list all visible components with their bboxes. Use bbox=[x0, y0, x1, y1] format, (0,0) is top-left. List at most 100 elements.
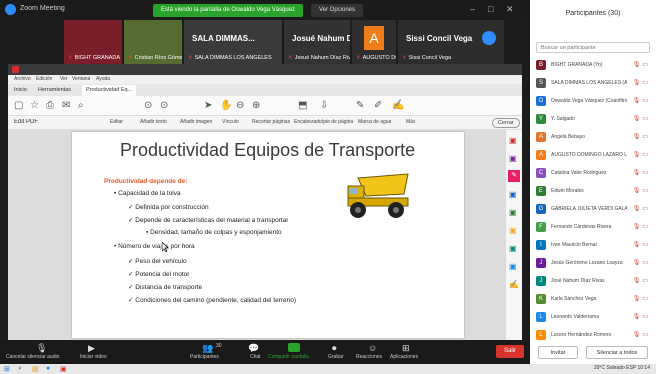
record-icon[interactable]: ⏺ bbox=[332, 343, 337, 354]
fit-page-icon[interactable]: ⬒ bbox=[298, 100, 307, 111]
comment-tool-icon[interactable]: ▣ bbox=[509, 190, 517, 199]
protect-icon[interactable]: ▣ bbox=[509, 262, 517, 271]
highlight-icon[interactable]: ✐ bbox=[374, 100, 382, 111]
participant-row[interactable]: L Lucero Hernández Romero 🎙▭ bbox=[530, 326, 656, 345]
export-pdf-icon[interactable]: ▣ bbox=[509, 136, 517, 145]
participant-row[interactable]: A AUGUSTO DOMINGO LAZARO L. 🎙▭ bbox=[530, 146, 656, 165]
tab-document[interactable]: Productividad Eq... bbox=[82, 85, 137, 96]
video-tile[interactable]: SALA DIMMAS... ✕ SALA DIMMAS LOS ANGELES bbox=[184, 20, 282, 64]
reactions-button-label[interactable]: Reacciones bbox=[356, 354, 382, 360]
email-icon[interactable]: ✉ bbox=[62, 100, 70, 111]
minimize-icon[interactable]: – bbox=[470, 4, 475, 14]
hand-icon[interactable]: ✋ bbox=[220, 100, 232, 111]
start-video-button-label[interactable]: Iniciar video bbox=[80, 354, 107, 360]
comment-icon[interactable]: ✎ bbox=[356, 100, 364, 111]
tab-tools[interactable]: Herramientas bbox=[38, 87, 71, 93]
share-screen-button-label[interactable]: Compartir pantalla bbox=[268, 354, 309, 360]
bookmark-icon[interactable]: ☆ bbox=[30, 100, 39, 111]
edit-tool-button[interactable]: Editar bbox=[110, 119, 123, 125]
participant-status-icons: 🎙▭ bbox=[633, 313, 650, 320]
share-icon[interactable] bbox=[288, 343, 300, 352]
apps-button-label[interactable]: Aplicaciones bbox=[390, 354, 418, 360]
participant-row[interactable]: Y Y. Salgado 🎙▭ bbox=[530, 110, 656, 129]
edit-tool-button[interactable]: Vínculo bbox=[222, 119, 239, 125]
participant-row[interactable]: B BIGHT GRANADA (Yo) 🎙▭ bbox=[530, 56, 656, 75]
zoom-in-icon[interactable]: ⊕ bbox=[252, 100, 260, 111]
close-icon[interactable]: ✕ bbox=[506, 4, 514, 15]
page-up-icon[interactable]: ⊙ bbox=[144, 100, 152, 111]
menu-item[interactable]: Ver bbox=[60, 76, 68, 82]
edit-tool-button[interactable]: Encabezado/pie de página bbox=[294, 119, 353, 125]
participants-button-label[interactable]: Participantes bbox=[190, 354, 219, 360]
combine-files-icon[interactable]: ▣ bbox=[509, 208, 517, 217]
edit-tool-button[interactable]: Marca de agua bbox=[358, 119, 391, 125]
participant-row[interactable]: A Angela Bebayo 🎙▭ bbox=[530, 128, 656, 147]
maximize-icon[interactable]: □ bbox=[488, 4, 493, 14]
participant-row[interactable]: O Oswaldo Vega Vásquez (Coanfitrión) 🎙▭ bbox=[530, 92, 656, 111]
tile-display-name: Sissi Concil Vega bbox=[406, 34, 473, 43]
menu-item[interactable]: Ventana bbox=[72, 76, 90, 82]
save-icon[interactable]: ▢ bbox=[14, 100, 23, 111]
edit-tool-button[interactable]: Más bbox=[406, 119, 415, 125]
video-tile[interactable]: ✕Cristian Ríos Gómez Luis bbox=[124, 20, 182, 64]
print-icon[interactable]: ⎙ bbox=[46, 100, 54, 111]
edit-pdf-icon[interactable]: ✎ bbox=[508, 170, 520, 182]
participant-row[interactable]: F Fernando Cárdenas Rivera 🎙▭ bbox=[530, 218, 656, 237]
participant-row[interactable]: G GABRIELA JULIETA VERDI GALAN 🎙▭ bbox=[530, 200, 656, 219]
participant-row[interactable]: S SALA DIMMAS LOS ANGELES (Anfitrión) 🎙▭ bbox=[530, 74, 656, 93]
video-off-icon: ▭ bbox=[642, 296, 650, 302]
leave-meeting-button[interactable]: Salir bbox=[496, 345, 524, 358]
invite-button[interactable]: Invitar bbox=[538, 346, 578, 359]
participant-row[interactable]: K Karla Sánchez Vega 🎙▭ bbox=[530, 290, 656, 309]
edit-tool-button[interactable]: Añadir texto bbox=[140, 119, 167, 125]
view-options-button[interactable]: Ver Opciones bbox=[311, 4, 363, 17]
participant-search-input[interactable] bbox=[536, 42, 650, 53]
participant-row[interactable]: J José Nahum Díaz Rivas 🎙▭ bbox=[530, 272, 656, 291]
organize-pages-icon[interactable]: ▣ bbox=[509, 226, 517, 235]
participant-row[interactable]: I Ivan Mauricio Bernal 🎙▭ bbox=[530, 236, 656, 255]
participant-name: José Nahum Díaz Rivas bbox=[551, 278, 605, 284]
next-tiles-icon[interactable] bbox=[482, 31, 496, 45]
menu-item[interactable]: Edición bbox=[36, 76, 52, 82]
scan-icon[interactable]: ▣ bbox=[509, 244, 517, 253]
video-tile[interactable]: Josué Nahum D... ✕Josué Nahum Díaz Rivas bbox=[284, 20, 350, 64]
scroll-icon[interactable]: ⇩ bbox=[320, 100, 328, 111]
close-edit-button[interactable]: Cerrar bbox=[492, 118, 520, 128]
video-tile[interactable]: ✕ BIGHT GRANADA bbox=[64, 20, 122, 64]
edit-tool-button[interactable]: Recortar páginas bbox=[252, 119, 290, 125]
menu-item[interactable]: Archivo bbox=[14, 76, 31, 82]
reaction-icon[interactable]: ☺ bbox=[368, 343, 377, 353]
chat-icon[interactable]: 💬 bbox=[248, 343, 259, 354]
chat-button-label[interactable]: Chat bbox=[250, 354, 261, 360]
mute-all-button[interactable]: Silenciar a todos bbox=[586, 346, 648, 359]
file-explorer-icon[interactable]: ▤ bbox=[32, 365, 39, 373]
video-tile[interactable]: A✕AUGUSTO DOMINGO L. bbox=[352, 20, 396, 64]
fill-sign-icon[interactable]: ✍ bbox=[509, 280, 519, 289]
zoom-app-icon[interactable]: ● bbox=[46, 365, 50, 372]
participant-row[interactable]: C Catalina Valer Rodríguez 🎙▭ bbox=[530, 164, 656, 183]
tab-home[interactable]: Inicio bbox=[14, 87, 27, 93]
sign-icon[interactable]: ✍ bbox=[392, 100, 404, 111]
zoom-out-icon[interactable]: ⊖ bbox=[236, 100, 244, 111]
create-pdf-icon[interactable]: ▣ bbox=[509, 154, 517, 163]
participant-row[interactable]: L Leonardo Valderrama 🎙▭ bbox=[530, 308, 656, 327]
slide-title: Productividad Equipos de Transporte bbox=[120, 140, 416, 160]
apps-icon[interactable]: ⊞ bbox=[402, 343, 410, 354]
edit-tool-button[interactable]: Añadir imagen bbox=[180, 119, 212, 125]
acrobat-app-icon[interactable]: ▣ bbox=[60, 365, 67, 373]
menu-item[interactable]: Ayuda bbox=[96, 76, 110, 82]
cursor-icon[interactable]: ➤ bbox=[204, 100, 212, 111]
participant-status-icons: 🎙▭ bbox=[633, 151, 650, 158]
tile-name-label: ✕Cristian Ríos Gómez Luis bbox=[128, 55, 182, 61]
people-icon[interactable]: 👥 bbox=[202, 343, 213, 354]
taskbar-search-icon[interactable]: ⌕ bbox=[18, 365, 22, 373]
unmute-button-label[interactable]: Cancelar silenciar audio bbox=[6, 354, 59, 360]
record-button-label[interactable]: Grabar bbox=[328, 354, 344, 360]
video-icon[interactable]: ▶ bbox=[88, 343, 95, 354]
page-down-icon[interactable]: ⊙ bbox=[160, 100, 168, 111]
mic-icon[interactable]: 🎙 bbox=[36, 343, 47, 354]
windows-start-icon[interactable]: ⊞ bbox=[4, 365, 10, 373]
participant-row[interactable]: J Jesús Gerónimo Lozano Loayza 🎙▭ bbox=[530, 254, 656, 273]
search-icon[interactable]: ⌕ bbox=[78, 100, 84, 111]
participant-row[interactable]: E Edwin Morales 🎙▭ bbox=[530, 182, 656, 201]
